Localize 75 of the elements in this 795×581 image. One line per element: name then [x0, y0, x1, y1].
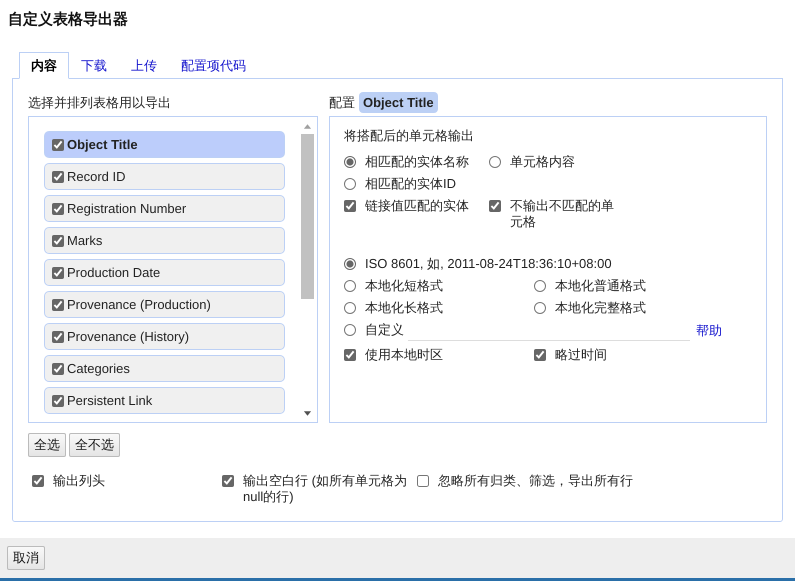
radio[interactable]	[344, 258, 356, 270]
radio-option[interactable]: 本地化普通格式	[534, 278, 724, 294]
column-item[interactable]: Object Title	[44, 131, 285, 158]
list-button[interactable]: 全不选	[69, 433, 120, 457]
radio[interactable]	[344, 280, 356, 292]
tab[interactable]: 上传	[119, 52, 169, 79]
radio-option[interactable]: 本地化长格式	[344, 300, 534, 316]
checkbox[interactable]	[489, 200, 501, 212]
column-item[interactable]: Provenance (History)	[44, 323, 285, 350]
column-label: Registration Number	[67, 201, 186, 216]
scroll-up-icon[interactable]	[303, 123, 312, 129]
cancel-button[interactable]: 取消	[7, 546, 45, 570]
column-label: Categories	[67, 361, 130, 376]
scrollbar-thumb[interactable]	[301, 134, 314, 299]
checkbox-option[interactable]: 链接值匹配的实体	[344, 198, 489, 230]
section-label: 配置	[329, 94, 355, 112]
scroll-down-icon[interactable]	[303, 411, 312, 417]
radio-option[interactable]: 本地化完整格式	[534, 300, 724, 316]
column-label: Production Date	[67, 265, 160, 280]
checkbox[interactable]	[344, 349, 356, 361]
column-item[interactable]: Record ID	[44, 163, 285, 190]
radio-option[interactable]: 相匹配的实体名称	[344, 154, 489, 170]
help-link[interactable]: 帮助	[696, 322, 722, 340]
checkbox[interactable]	[417, 475, 429, 487]
column-label: Object Title	[67, 137, 138, 152]
tab[interactable]: 配置项代码	[169, 52, 258, 79]
checkbox[interactable]	[52, 202, 64, 214]
radio-option[interactable]: 自定义	[344, 322, 404, 338]
tab[interactable]: 下载	[69, 52, 119, 79]
checkbox-option[interactable]: 输出空白行 (如所有单元格为null的行)	[222, 473, 407, 505]
checkbox-option[interactable]: 略过时间	[534, 347, 724, 363]
checkbox[interactable]	[534, 349, 546, 361]
radio[interactable]	[344, 156, 356, 168]
column-item[interactable]: Production Date	[44, 259, 285, 286]
section-label: 选择并排列表格用以导出	[28, 94, 172, 112]
section-label: 将搭配后的单元格输出	[344, 127, 475, 145]
window-title: 自定义表格导出器	[8, 10, 128, 28]
checkbox[interactable]	[52, 234, 64, 246]
column-item[interactable]: Provenance (Production)	[44, 291, 285, 318]
radio[interactable]	[344, 302, 356, 314]
checkbox[interactable]	[52, 298, 64, 310]
column-item[interactable]: Registration Number	[44, 195, 285, 222]
checkbox-option[interactable]: 不输出不匹配的单元格	[489, 198, 619, 230]
checkbox[interactable]	[52, 170, 64, 182]
checkbox[interactable]	[222, 475, 234, 487]
radio[interactable]	[344, 324, 356, 336]
column-label: Persistent Link	[67, 393, 152, 408]
column-label: Marks	[67, 233, 102, 248]
column-item[interactable]: Categories	[44, 355, 285, 382]
radio-option[interactable]: 单元格内容	[489, 154, 619, 170]
list-button[interactable]: 全选	[28, 433, 66, 457]
radio-option[interactable]: ISO 8601, 如, 2011-08-24T18:36:10+08:00	[344, 256, 724, 272]
checkbox[interactable]	[344, 200, 356, 212]
tab[interactable]: 内容	[19, 52, 69, 79]
radio[interactable]	[534, 302, 546, 314]
column-label: Provenance (Production)	[67, 297, 211, 312]
checkbox[interactable]	[52, 138, 64, 150]
radio-option[interactable]: 相匹配的实体ID	[344, 176, 489, 192]
checkbox[interactable]	[52, 362, 64, 374]
checkbox-option[interactable]: 忽略所有归类、筛选，导出所有行	[417, 473, 657, 505]
column-name-badge: Object Title	[359, 92, 438, 113]
checkbox[interactable]	[52, 266, 64, 278]
column-label: Record ID	[67, 169, 126, 184]
checkbox-option[interactable]: 使用本地时区	[344, 347, 534, 363]
checkbox[interactable]	[52, 394, 64, 406]
radio[interactable]	[489, 156, 501, 168]
radio[interactable]	[534, 280, 546, 292]
checkbox[interactable]	[52, 330, 64, 342]
column-label: Provenance (History)	[67, 329, 190, 344]
radio-option[interactable]: 本地化短格式	[344, 278, 534, 294]
column-item[interactable]: Persistent Link	[44, 387, 285, 414]
column-item[interactable]: Marks	[44, 227, 285, 254]
radio[interactable]	[344, 178, 356, 190]
checkbox-option[interactable]: 输出列头	[32, 473, 222, 505]
checkbox[interactable]	[32, 475, 44, 487]
